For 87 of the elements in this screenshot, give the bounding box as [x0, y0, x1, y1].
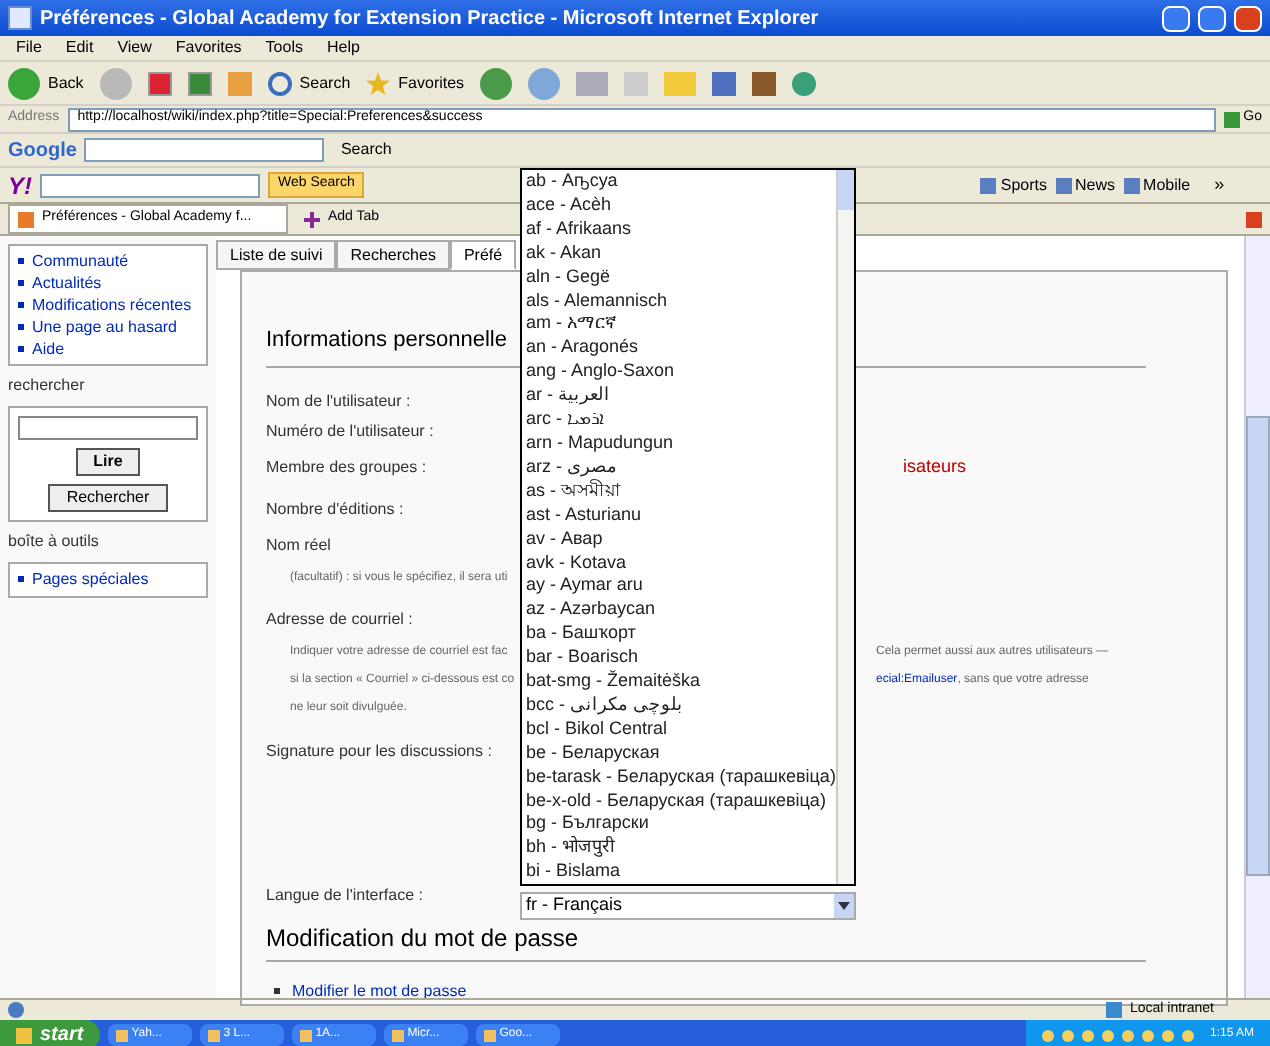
search-heading: rechercher [8, 374, 87, 398]
field-label: Nom de l'utilisateur : [266, 390, 411, 414]
dropdown-option[interactable]: ba - Башҡорт [522, 622, 836, 647]
language-select[interactable]: fr - Français [520, 892, 856, 921]
toolbar-link[interactable]: Sports [980, 173, 1048, 197]
maximize-button[interactable] [1198, 5, 1226, 31]
close-button[interactable] [1234, 5, 1262, 31]
dropdown-option[interactable]: an - Aragonés [522, 336, 836, 361]
dropdown-option[interactable]: bcl - Bikol Central [522, 717, 836, 742]
sidebar-link[interactable]: Modifications récentes [32, 294, 192, 316]
plus-icon [304, 211, 320, 227]
sidebar-link[interactable]: Aide [32, 338, 65, 360]
dropdown-option[interactable]: ab - Аҧсуа [522, 170, 836, 194]
sidebar-link[interactable]: Actualités [32, 272, 102, 294]
window-title: Préférences - Global Academy for Extension Practice - Microsoft Internet Explorer [40, 5, 819, 33]
google-search-button[interactable]: Search [332, 138, 400, 162]
dropdown-option[interactable]: be-tarask - Беларуская (тарашкевіца) [522, 765, 836, 790]
dropdown-option[interactable]: bat-smg - Žemaitėška [522, 670, 836, 694]
minimize-button[interactable] [1162, 5, 1190, 31]
dropdown-option[interactable]: aln - Gegë [522, 265, 836, 290]
star-icon [366, 71, 391, 95]
caret-icon [834, 894, 854, 919]
section-heading: Informations personnelle [266, 328, 507, 352]
toolbar-link[interactable]: Mobile [1123, 173, 1191, 197]
menu-item[interactable]: Favorites [175, 36, 242, 60]
dropdown-option[interactable]: af - Afrikaans [522, 217, 836, 242]
menu-item[interactable]: Tools [265, 36, 303, 60]
toolbox-heading: boîte à outils [8, 530, 101, 554]
read-button[interactable]: Lire [75, 448, 141, 476]
dropdown-option[interactable]: ar - العربية [522, 384, 836, 409]
dropdown-option[interactable]: be-x-old - Беларуская (тарашкевіца) [522, 789, 836, 813]
page-tab[interactable]: Recherches [336, 240, 450, 270]
group-link[interactable]: isateurs [902, 454, 966, 482]
search-input[interactable] [18, 416, 198, 440]
dropdown-option[interactable]: ace - Acèh [522, 193, 836, 218]
dropdown-option[interactable]: arc - ܐܪܡܝܐ [522, 408, 836, 432]
field-label: Signature pour les discussions : [266, 739, 492, 763]
dropdown-option[interactable]: als - Alemannisch [522, 289, 836, 313]
dropdown-option[interactable]: arz - مصرى [522, 455, 836, 480]
dropdown-option[interactable]: avk - Kotava [522, 551, 836, 575]
dropdown-option[interactable]: ang - Anglo-Saxon [522, 360, 836, 385]
yahoo-logo: Y! [8, 169, 32, 203]
sidebar-link[interactable]: Pages spéciales [32, 568, 149, 592]
field-label: Langue de l'interface : [266, 883, 423, 907]
dropdown-option[interactable]: bcc - بلوچی مکرانی [522, 693, 836, 718]
dropdown-option[interactable]: arn - Mapudungun [522, 431, 836, 456]
ie-page-icon [8, 6, 32, 30]
dropdown-option[interactable]: as - অসমীয়া [522, 479, 836, 504]
back-button[interactable]: Back [8, 67, 84, 99]
more-chevron[interactable]: » [1214, 171, 1225, 199]
dropdown-option[interactable]: ak - Akan [522, 241, 836, 266]
field-label: Numéro de l'utilisateur : [266, 420, 434, 444]
menu-item[interactable]: View [117, 36, 152, 60]
field-label: Nom réel [266, 534, 331, 558]
password-link[interactable]: Modifier le mot de passe [292, 979, 467, 1003]
dropdown-option[interactable]: bg - Български [522, 812, 836, 837]
field-label: Membre des groupes : [266, 456, 427, 480]
favorites-button[interactable]: Favorites [366, 71, 465, 95]
dropdown-option[interactable]: bh - भोजपुरी [522, 836, 836, 861]
dropdown-option[interactable]: am - አማርኛ [522, 312, 836, 337]
google-logo: Google [8, 137, 77, 165]
field-label: Nombre d'éditions : [266, 498, 404, 522]
dropdown-option[interactable]: bi - Bislama [522, 860, 836, 885]
section-heading: Modification du mot de passe [266, 923, 579, 951]
sidebar-link[interactable]: Communauté [32, 250, 129, 272]
dropdown-option[interactable]: be - Беларуская [522, 741, 836, 766]
dropdown-option[interactable]: ast - Asturianu [522, 503, 836, 528]
sidebar-link[interactable]: Une page au hasard [32, 316, 177, 338]
full-text-search-button[interactable]: Rechercher [48, 484, 168, 512]
yahoo-search-field[interactable] [40, 173, 260, 197]
dropdown-option[interactable]: az - Azərbaycan [522, 598, 836, 623]
dropdown-option[interactable]: bar - Boarisch [522, 646, 836, 671]
menu-item[interactable]: File [16, 36, 42, 60]
start-button[interactable]: start [0, 1020, 100, 1046]
search-button[interactable]: Search [267, 71, 351, 95]
field-label: Adresse de courriel : [266, 607, 413, 631]
menu-item[interactable]: Help [326, 36, 360, 60]
google-search-field[interactable] [84, 138, 325, 162]
dropdown-option[interactable]: av - Авар [522, 527, 836, 551]
list-scrollbar[interactable] [835, 170, 854, 885]
scrollbar[interactable] [1244, 236, 1270, 998]
toolbar-link[interactable]: News [1055, 173, 1116, 197]
language-dropdown-menu[interactable] [520, 168, 856, 887]
menu-item[interactable]: Edit [65, 36, 94, 60]
page-tab[interactable]: Préfé [449, 240, 517, 270]
dropdown-option[interactable]: ay - Aymar aru [522, 574, 836, 599]
page-tab[interactable]: Liste de suivi [216, 240, 337, 270]
